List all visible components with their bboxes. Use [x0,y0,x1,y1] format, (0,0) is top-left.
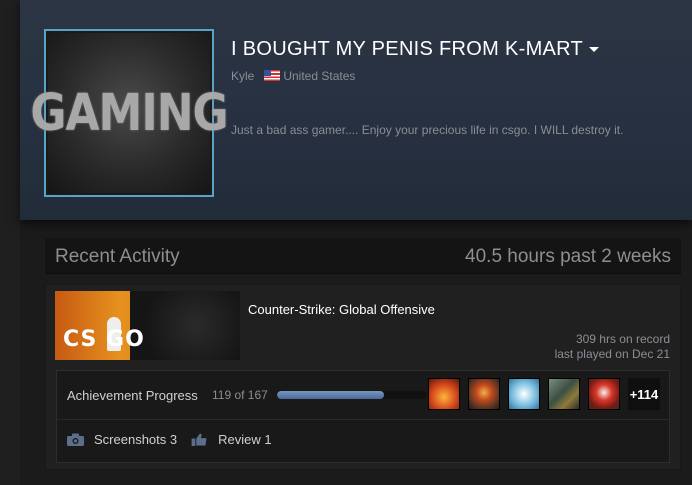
us-flag-icon [264,70,281,81]
avatar-text: GAMING [30,83,228,143]
country-name: United States [283,69,356,83]
achievement-fire-icon[interactable] [428,378,460,410]
achievement-medal-icon[interactable] [468,378,500,410]
recent-activity-header: Recent Activity 40.5 hours past 2 weeks [45,238,681,274]
avatar-image: GAMING [30,33,229,193]
game-hours-on-record: 309 hrs on record [575,332,670,346]
achievement-ribbon-icon[interactable] [588,378,620,410]
camera-icon [67,433,84,446]
recent-activity-hours: 40.5 hours past 2 weeks [465,246,671,267]
recent-activity-title: Recent Activity [55,246,180,267]
page-left-gutter [0,0,20,485]
achievement-progress-bar [277,391,427,399]
achievement-more-count[interactable]: +114 [628,378,660,410]
persona-name[interactable]: I BOUGHT MY PENIS FROM K-MART [231,38,600,61]
screenshots-link[interactable]: Screenshots 3 [94,432,177,447]
persona-name-text: I BOUGHT MY PENIS FROM K-MART [231,38,584,60]
game-last-played: last played on Dec 21 [554,347,670,361]
capsule-shade [130,291,240,360]
achievement-bomb-icon[interactable] [548,378,580,410]
capsule-logo-text: CS GO [63,327,145,352]
review-link[interactable]: Review 1 [218,432,271,447]
achievement-badge-icon[interactable] [508,378,540,410]
avatar[interactable]: GAMING [30,29,229,197]
achievement-divider [57,419,669,420]
achievement-box: Achievement Progress 119 of 167 +114 Scr… [56,370,670,463]
achievement-progress-label[interactable]: Achievement Progress [67,388,198,403]
achievement-icons: +114 [428,378,660,410]
profile-summary: Just a bad ass gamer.... Enjoy your prec… [231,123,624,137]
achievement-count: 119 of 167 [212,388,268,402]
real-name-row: Kyle United States [231,69,355,83]
game-capsule-image[interactable]: CS GO [55,291,240,360]
chevron-down-icon[interactable] [589,47,600,52]
real-name: Kyle [231,69,255,83]
game-footer-links: Screenshots 3 Review 1 [67,432,272,447]
game-name-link[interactable]: Counter-Strike: Global Offensive [248,302,435,317]
recent-game-panel: CS GO Counter-Strike: Global Offensive 3… [45,284,681,470]
thumbs-up-icon [191,433,207,446]
achievement-progress-fill [277,391,384,399]
